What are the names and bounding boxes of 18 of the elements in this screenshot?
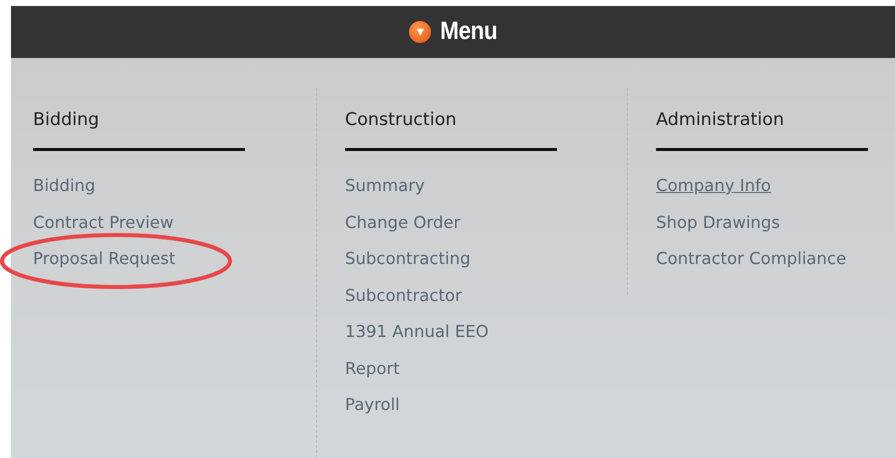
- menu-link[interactable]: Subcontractor: [345, 284, 462, 306]
- menu-link[interactable]: Payroll: [345, 394, 400, 416]
- column-heading: Construction: [345, 110, 557, 151]
- menu-link[interactable]: Bidding: [33, 175, 96, 197]
- menu-link[interactable]: Contractor Compliance: [656, 248, 846, 270]
- column-heading: Administration: [656, 110, 868, 151]
- menu-title: Menu: [440, 16, 498, 48]
- menu-link[interactable]: Contract Preview: [33, 212, 174, 234]
- column-heading: Bidding: [33, 110, 245, 151]
- menu-link[interactable]: Shop Drawings: [656, 212, 780, 234]
- menu-link[interactable]: Report: [345, 358, 400, 380]
- chevron-icon: ▾: [409, 21, 432, 43]
- menu-link[interactable]: Change Order: [345, 212, 460, 234]
- menu-link[interactable]: Subcontracting: [345, 248, 470, 270]
- menu-link[interactable]: Company Info: [656, 175, 771, 197]
- menu-link[interactable]: Proposal Request: [33, 248, 176, 270]
- menu-link[interactable]: 1391 Annual EEO: [345, 321, 489, 343]
- menu-link[interactable]: Summary: [345, 175, 425, 197]
